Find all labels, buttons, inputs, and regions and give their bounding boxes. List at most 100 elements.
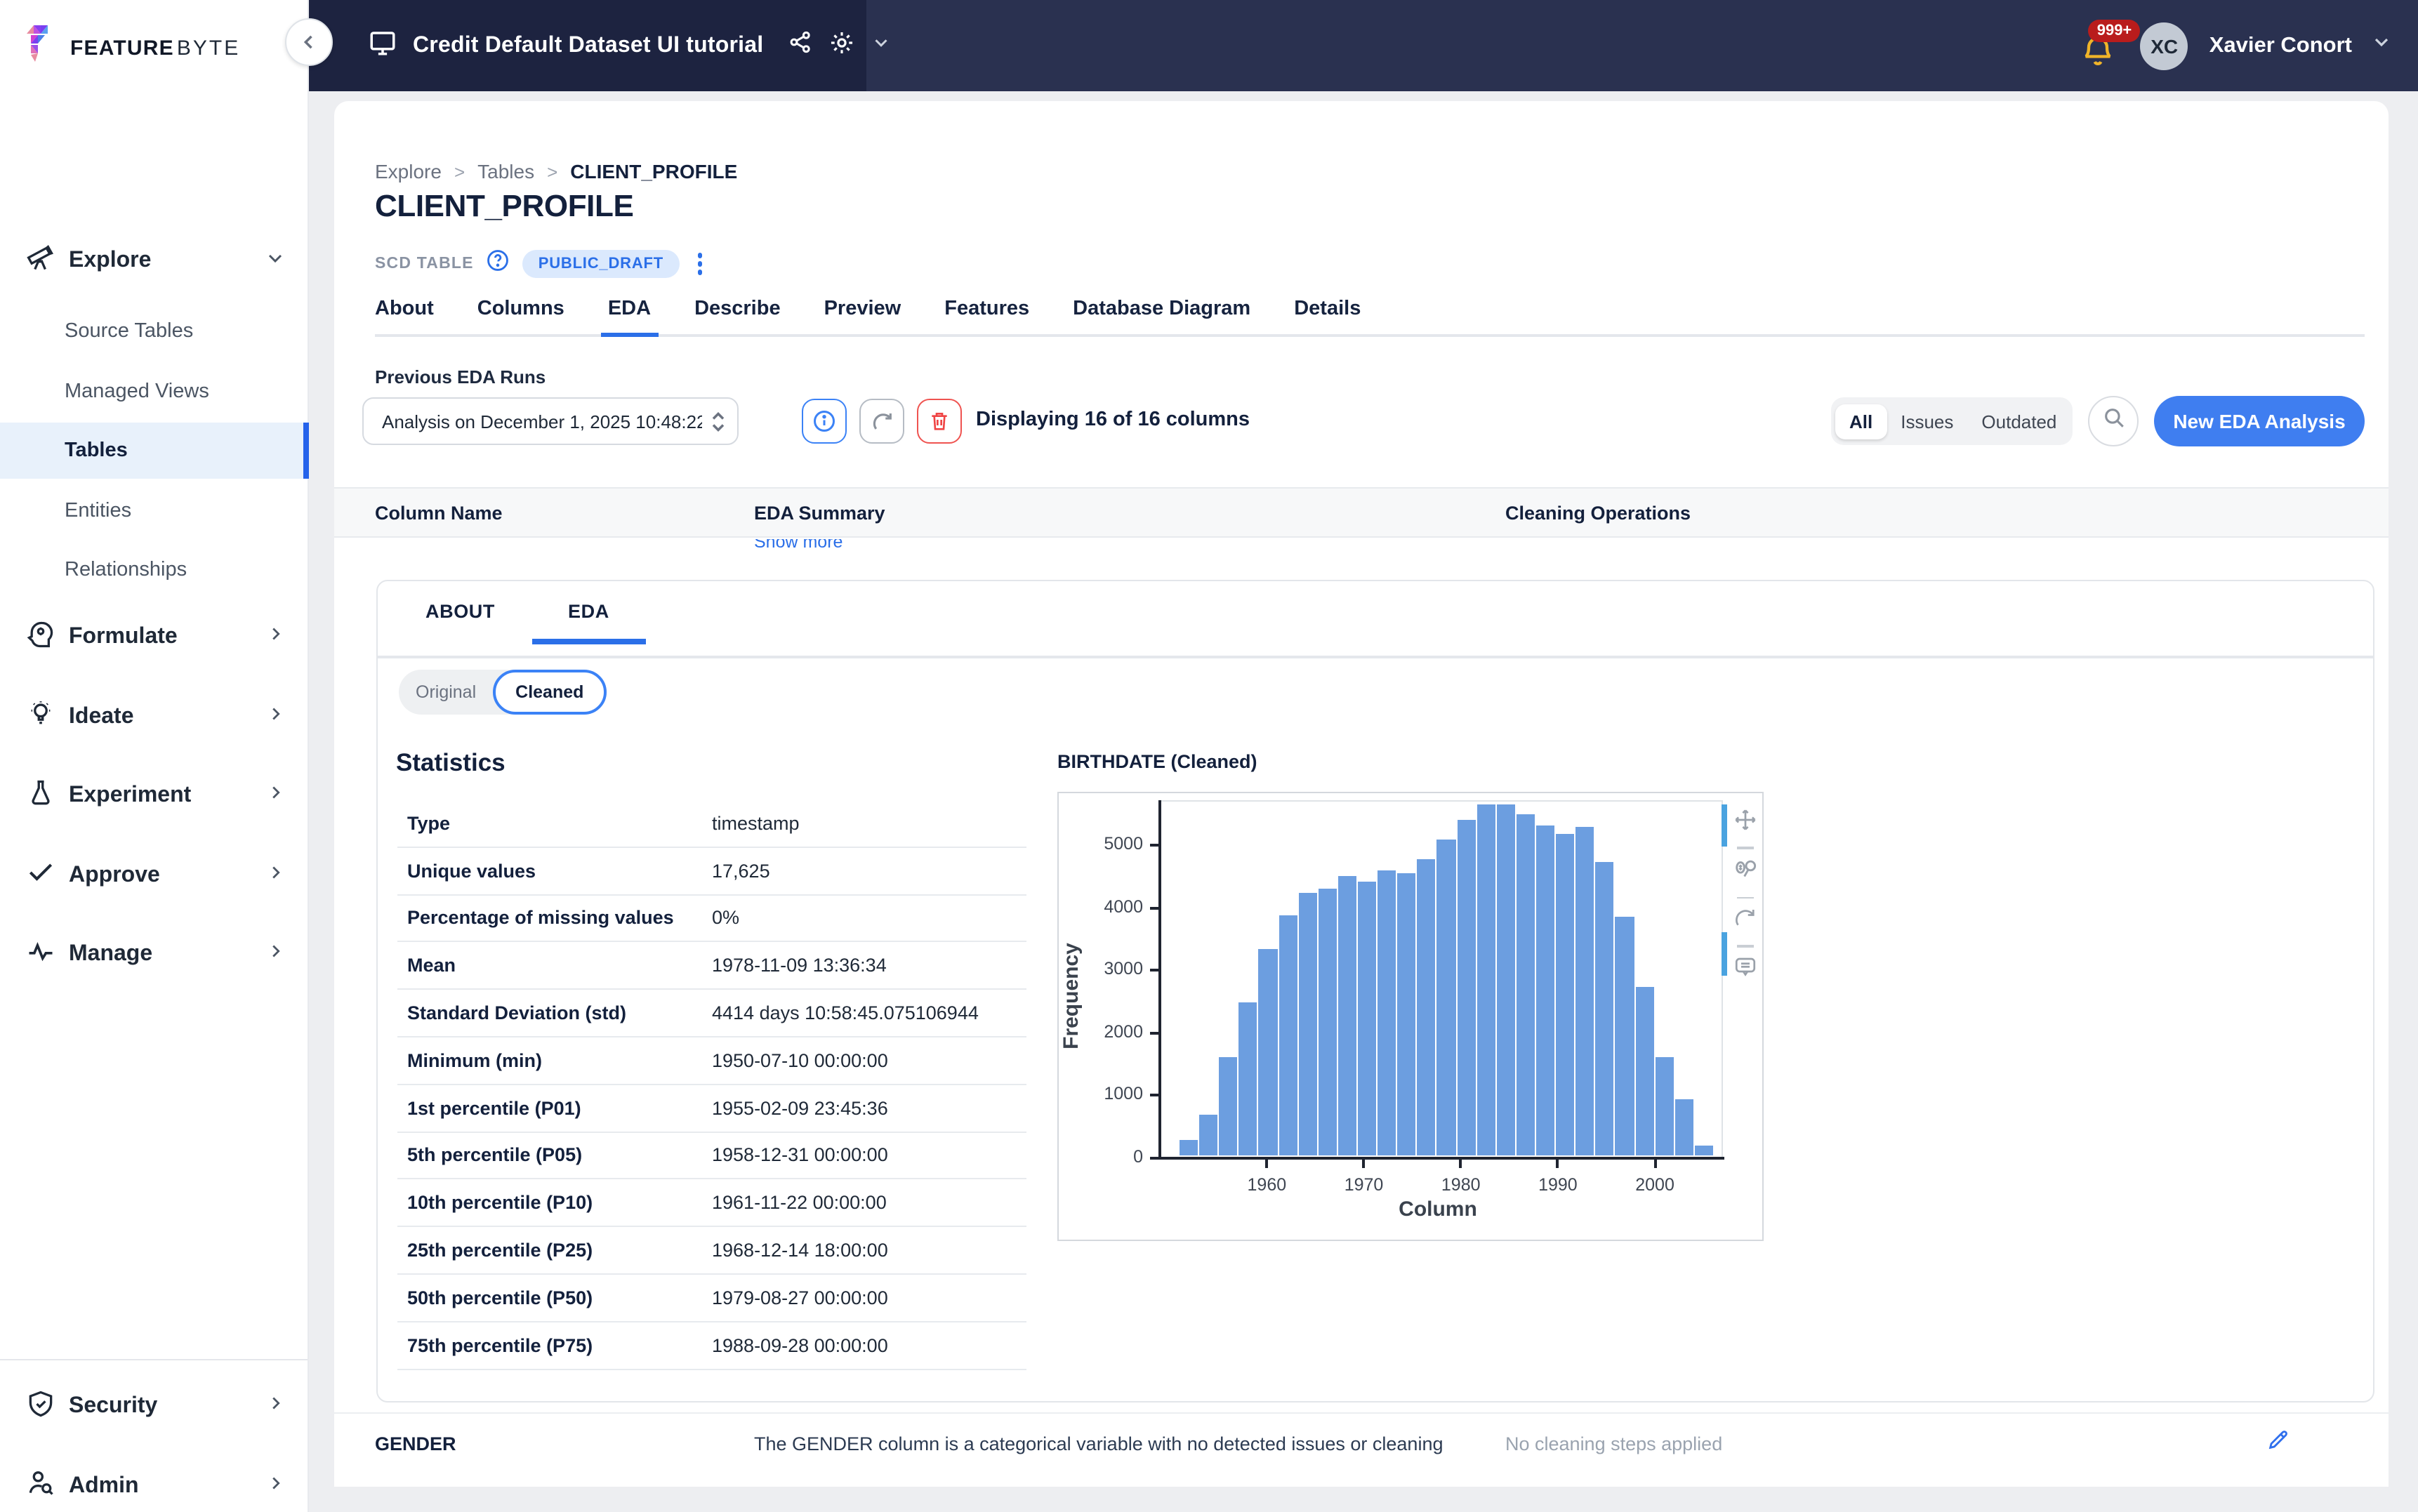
tab-describe[interactable]: Describe [694,289,781,334]
activity-icon [25,936,56,974]
avatar[interactable]: XC [2141,22,2188,69]
sidebar-item-relationships[interactable]: Relationships [0,542,309,598]
breadcrumb-item[interactable]: Explore [375,160,442,183]
sidebar-item-tables[interactable]: Tables [0,423,309,479]
edit-pencil-icon[interactable] [2266,1428,2290,1459]
run-refresh-button[interactable] [859,399,904,444]
stat-label: 50th percentile (P50) [407,1287,712,1308]
tab-columns[interactable]: Columns [477,289,564,334]
reset-icon[interactable] [1733,906,1758,938]
tab-eda[interactable]: EDA [608,289,651,334]
search-button[interactable] [2088,396,2139,446]
sidebar-item-explore[interactable]: Explore [0,233,309,289]
main-content: Explore>Tables>CLIENT_PROFILE CLIENT_PRO… [309,91,2418,1512]
stat-value: 0% [712,908,1026,929]
sidebar-item-label: Tables [65,439,128,462]
monitor-icon [368,27,397,64]
sidebar-item-approve[interactable]: Approve [0,844,309,906]
stat-label: 25th percentile (P25) [407,1240,712,1261]
sidebar-item-security[interactable]: Security [0,1376,309,1438]
chart-scrollbar-thumb[interactable] [1721,804,1726,847]
sidebar-collapse-button[interactable] [285,18,333,66]
status-badge: PUBLIC_DRAFT [523,250,679,278]
sidebar-item-source-tables[interactable]: Source Tables [0,303,309,359]
histogram-bar [1418,859,1436,1155]
sidebar-item-managed-views[interactable]: Managed Views [0,363,309,419]
filter-outdated[interactable]: Outdated [1967,404,2070,439]
share-icon[interactable] [787,29,812,62]
histogram-chart: Frequency Column [1057,792,1764,1241]
y-tick-mark [1150,906,1158,909]
panel-tab-eda[interactable]: EDA [568,601,609,642]
stat-label: Percentage of missing values [407,908,712,929]
tab-details[interactable]: Details [1294,289,1361,334]
eda-run-select[interactable]: Analysis on December 1, 2025 10:48:22 AM [362,397,739,445]
stat-row: 75th percentile (P75)1988-09-28 00:00:00 [397,1322,1026,1370]
sidebar-item-admin[interactable]: Admin [0,1455,309,1512]
tab-preview[interactable]: Preview [824,289,901,334]
stat-value: 1988-09-28 00:00:00 [712,1334,1026,1355]
x-tick-mark [1265,1160,1268,1168]
sidebar-item-entities[interactable]: Entities [0,482,309,538]
user-name: Xavier Conort [2209,33,2352,58]
stat-label: Type [407,813,712,834]
displaying-count: Displaying 16 of 16 columns [976,409,1250,431]
sidebar: FEATUREBYTE Explore Source TablesManaged… [0,0,309,1512]
y-tick-label: 0 [1095,1147,1143,1167]
stat-row: Unique values17,625 [397,848,1026,896]
histogram-bar [1378,870,1396,1155]
pan-icon[interactable] [1733,807,1758,840]
run-delete-button[interactable] [917,399,962,444]
stat-value: 4414 days 10:58:45.075106944 [712,1002,1026,1023]
y-tick-label: 2000 [1095,1022,1143,1042]
tab-database-diagram[interactable]: Database Diagram [1073,289,1250,334]
sidebar-item-formulate[interactable]: Formulate [0,606,309,668]
sidebar-item-experiment[interactable]: Experiment [0,765,309,827]
run-info-button[interactable] [802,399,847,444]
shield-check-icon [25,1388,56,1426]
help-circle-icon[interactable] [487,248,510,279]
kebab-menu-icon[interactable] [692,251,708,278]
sidebar-item-label: Experiment [69,783,265,809]
y-tick-label: 3000 [1095,959,1143,979]
y-tick-label: 1000 [1095,1085,1143,1104]
sidebar-item-label: Formulate [69,625,265,650]
chevron-right-icon [265,703,286,731]
user-menu-chevron-icon[interactable] [2370,31,2393,60]
notifications-bell[interactable]: 999+ [2080,22,2122,69]
filter-issues[interactable]: Issues [1887,404,1967,439]
zoom-icon[interactable] [1732,856,1759,889]
filter-all[interactable]: All [1835,404,1887,439]
table-row-gender[interactable]: GENDER The GENDER column is a categorica… [334,1412,2389,1487]
y-tick-mark [1150,844,1158,847]
gear-icon[interactable] [828,29,854,62]
tab-features[interactable]: Features [944,289,1029,334]
histogram-bar [1476,804,1495,1155]
sidebar-item-manage[interactable]: Manage [0,924,309,986]
histogram-bar [1695,1146,1713,1155]
row-column-name: GENDER [375,1433,456,1454]
flask-icon [25,777,56,815]
sidebar-item-ideate[interactable]: Ideate [0,686,309,748]
show-more-link[interactable]: Show more [754,539,843,552]
comment-icon[interactable] [1733,954,1758,986]
tab-about[interactable]: About [375,289,434,334]
stat-label: Mean [407,955,712,976]
stat-row: 1st percentile (P01)1955-02-09 23:45:36 [397,1085,1026,1133]
y-axis [1158,800,1161,1160]
variant-cleaned[interactable]: Cleaned [493,670,606,715]
chart-scrollbar-thumb[interactable] [1721,932,1726,976]
page-title: CLIENT_PROFILE [375,188,633,225]
histogram-bar [1358,882,1376,1155]
grid-header-cleaning-operations: Cleaning Operations [1505,503,1691,524]
chevron-down-icon[interactable] [870,32,891,60]
workspace-tab[interactable]: Credit Default Dataset UI tutorial [309,0,866,91]
y-axis-label: Frequency [1059,919,1083,1073]
breadcrumb-item[interactable]: Tables [477,160,534,183]
chevron-right-icon [265,941,286,969]
new-eda-analysis-button[interactable]: New EDA Analysis [2154,396,2365,446]
stat-row: Percentage of missing values0% [397,895,1026,943]
panel-tab-about[interactable]: ABOUT [425,601,495,642]
table-type-label: SCD TABLE [375,256,474,272]
variant-original[interactable]: Original [399,682,493,702]
